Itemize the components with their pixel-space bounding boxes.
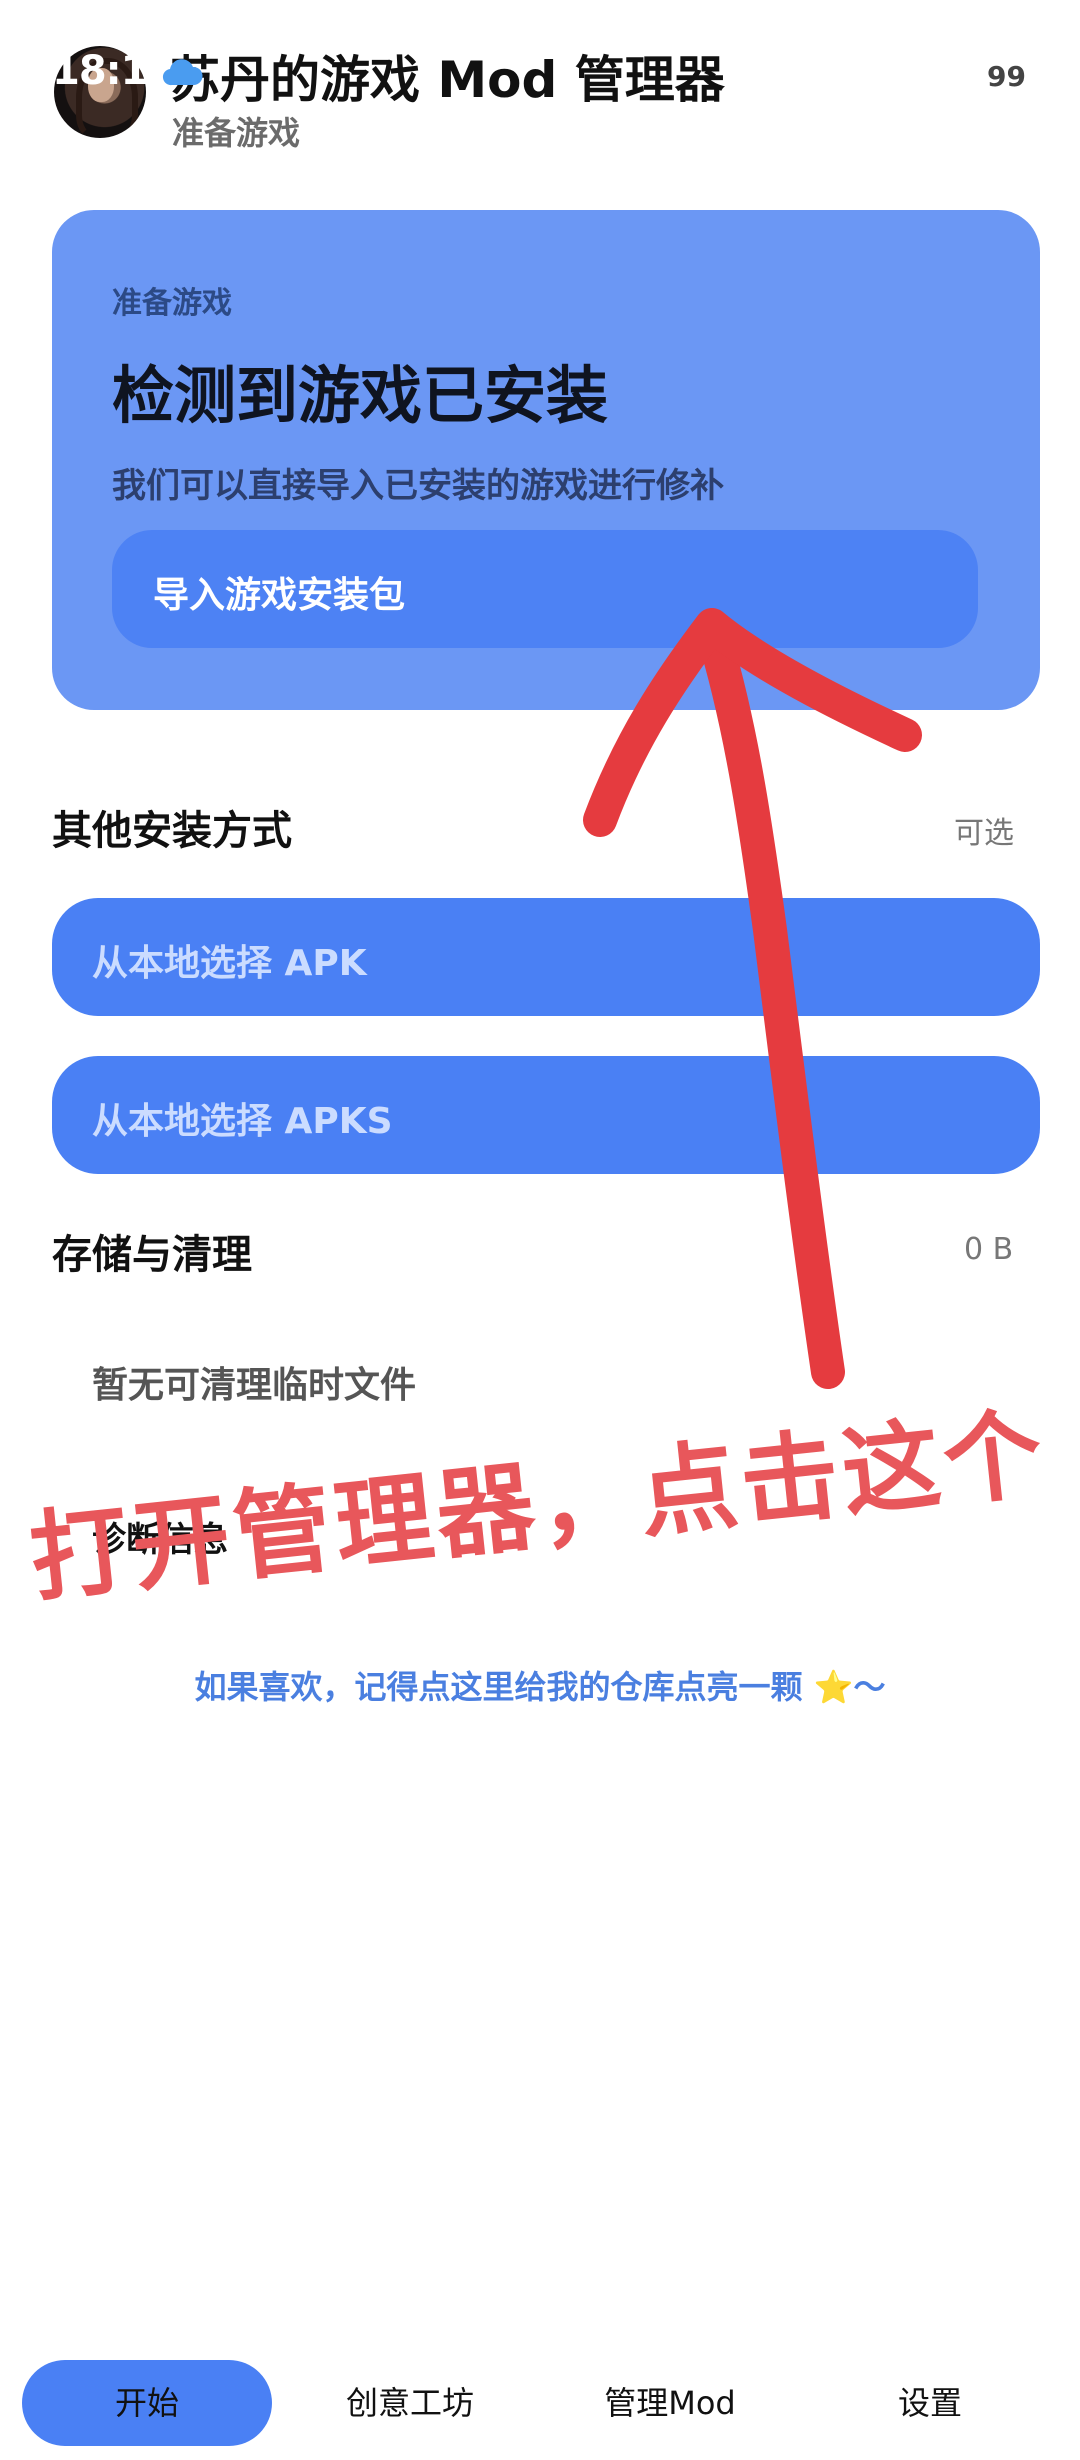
import-game-package-label[interactable]: 导入游戏安装包	[153, 566, 405, 618]
storage-title: 存储与清理	[52, 1232, 252, 1278]
optional-tag: 可选	[954, 816, 1014, 851]
bottom-nav: 开始 创意工坊 管理Mod 设置	[0, 2340, 1080, 2460]
other-install-title: 其他安装方式	[52, 808, 292, 854]
select-apks-label[interactable]: 从本地选择 APKS	[92, 1092, 393, 1144]
nav-start[interactable]: 开始	[22, 2360, 272, 2446]
nav-workshop[interactable]: 创意工坊	[300, 2360, 520, 2446]
repo-star-link[interactable]: 如果喜欢，记得点这里给我的仓库点亮一颗 ⭐～	[0, 1662, 1080, 1708]
select-apk-label[interactable]: 从本地选择 APK	[92, 934, 367, 986]
battery-level: 99	[987, 60, 1026, 93]
nav-manage-mod[interactable]: 管理Mod	[560, 2360, 780, 2446]
card-eyebrow: 准备游戏	[112, 286, 232, 321]
card-title: 检测到游戏已安装	[112, 359, 609, 432]
nav-settings[interactable]: 设置	[820, 2360, 1040, 2446]
repo-link-text[interactable]: 如果喜欢，记得点这里给我的仓库点亮一颗	[194, 1668, 802, 1706]
storage-empty-text: 暂无可清理临时文件	[92, 1365, 417, 1406]
annotation-text: 打开管理器，点击这个	[24, 1396, 1052, 1617]
star-icon: ⭐	[813, 1668, 854, 1706]
storage-size: 0 B	[964, 1232, 1014, 1267]
status-time: 18:19	[52, 48, 175, 94]
card-description: 我们可以直接导入已安装的游戏进行修补	[112, 466, 724, 506]
repo-link-tail: ～	[853, 1668, 886, 1706]
app-subtitle: 准备游戏	[172, 114, 301, 152]
cloud-icon	[162, 59, 203, 86]
app-title: 苏丹的游戏 Mod 管理器	[170, 51, 725, 109]
